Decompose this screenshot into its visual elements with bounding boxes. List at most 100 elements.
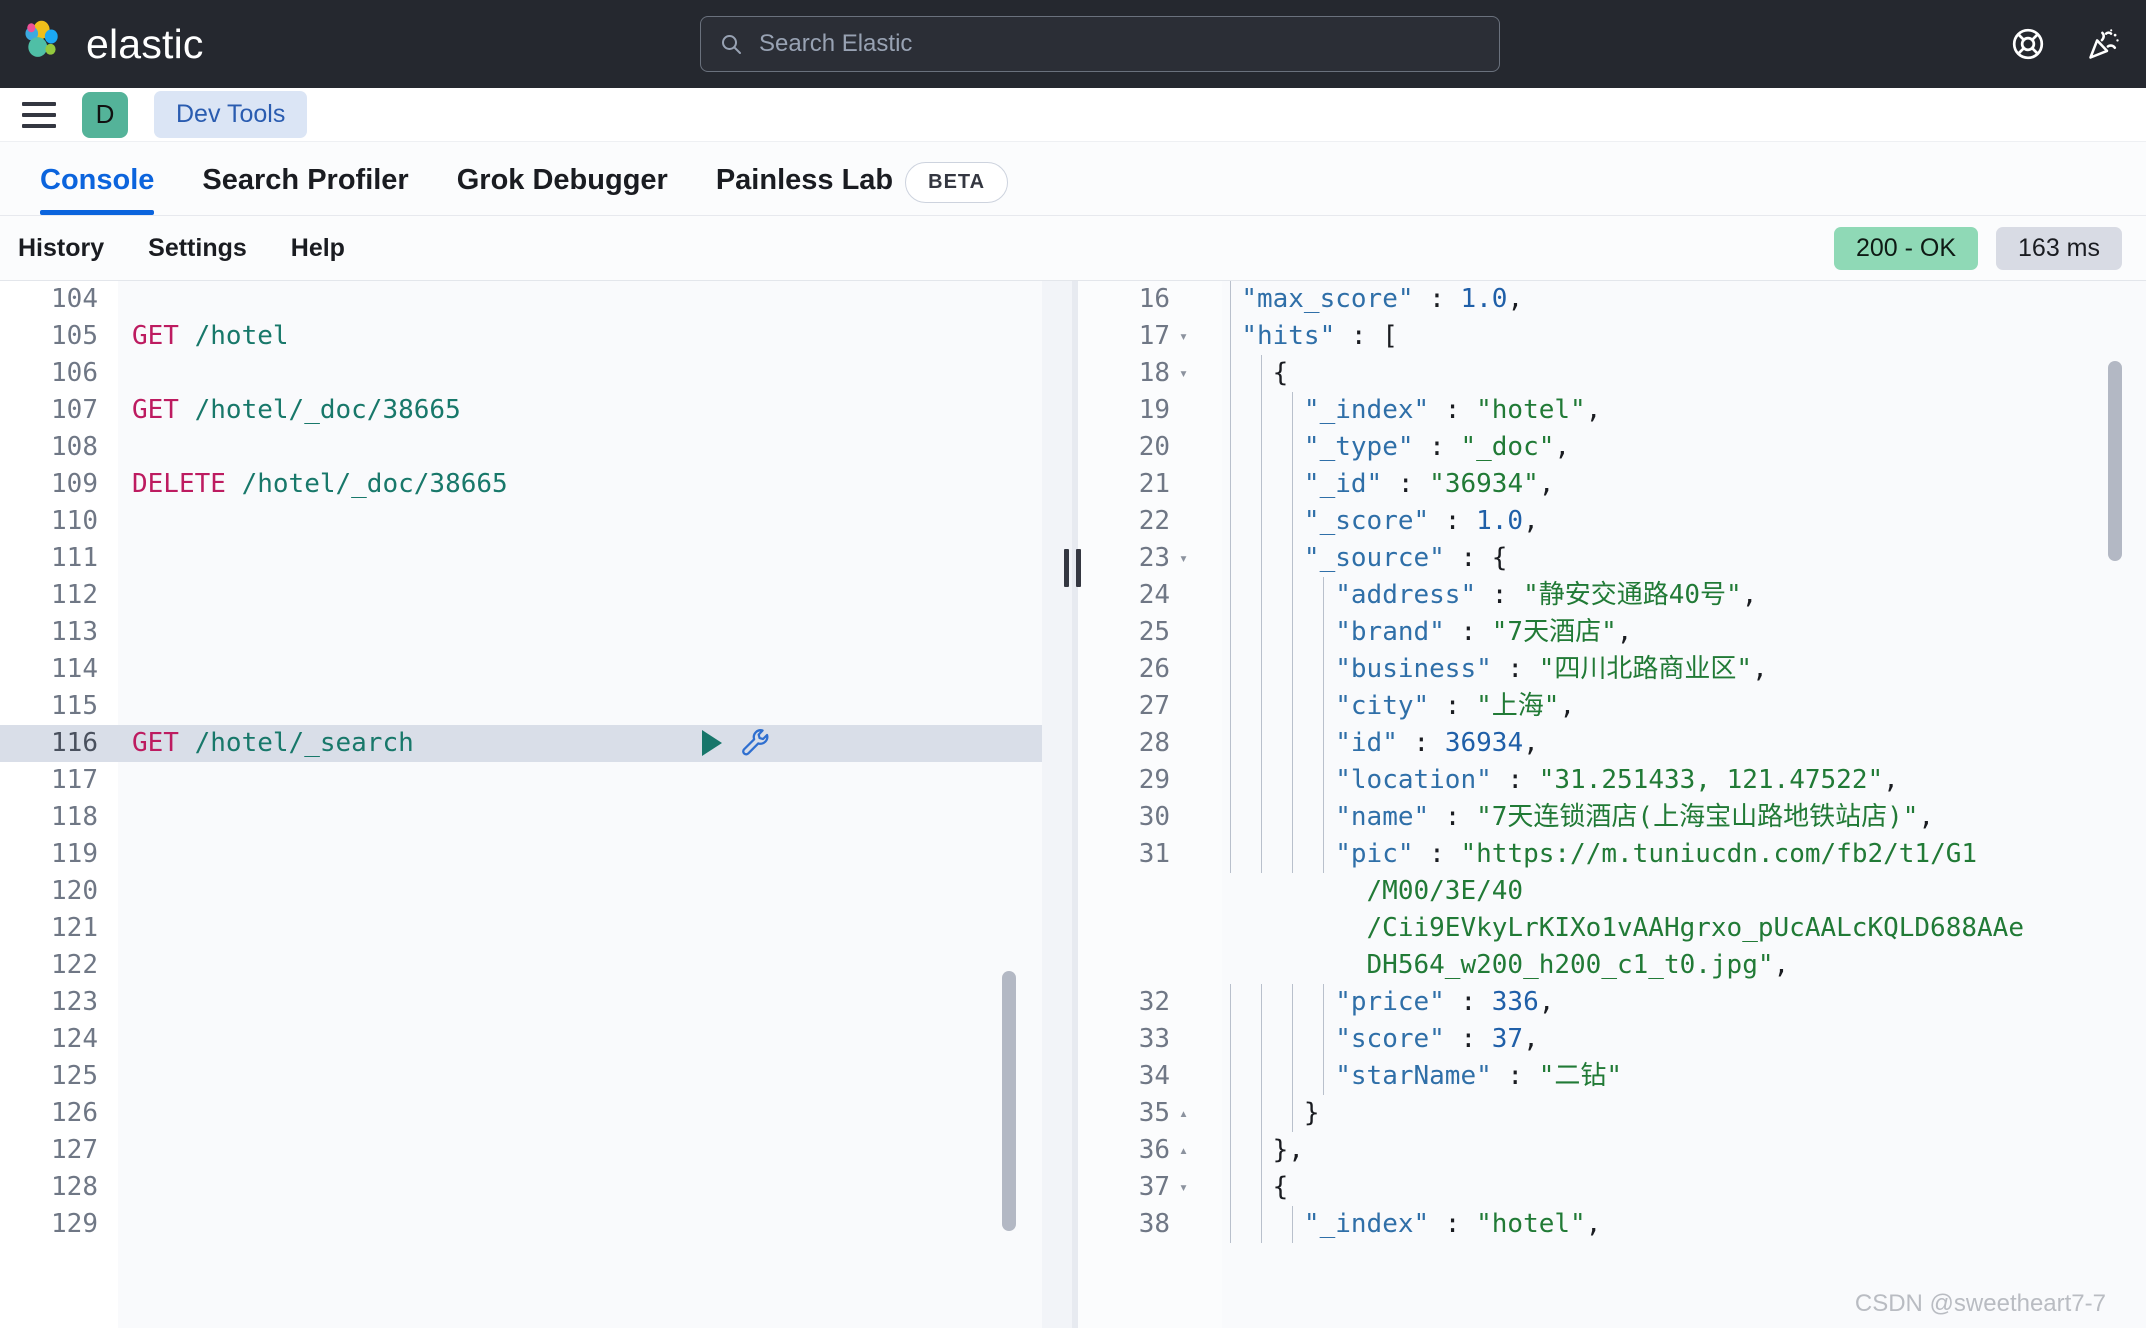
editor-line[interactable]: 122 [0, 947, 1072, 984]
response-line: 28 "id" : 36934, [1072, 725, 2146, 762]
wrench-icon[interactable] [740, 727, 772, 759]
editor-line[interactable]: 118 [0, 799, 1072, 836]
editor-line[interactable]: 114 [0, 651, 1072, 688]
editor-line[interactable]: 111 [0, 540, 1072, 577]
editor-line[interactable]: 123 [0, 984, 1072, 1021]
fold-toggle-icon[interactable]: ▾ [1176, 355, 1202, 392]
editor-line[interactable]: 112 [0, 577, 1072, 614]
editor-line[interactable]: 120 [0, 873, 1072, 910]
response-line-text: "score" : 37, [1202, 1021, 2146, 1058]
editor-line-number: 104 [51, 284, 98, 314]
tab-painless-lab[interactable]: Painless Lab [692, 164, 917, 215]
response-line: 18 ▾ { [1072, 355, 2146, 392]
code-token: "hotel" [1476, 1209, 1586, 1239]
code-token: , [1538, 469, 1555, 499]
code-token: "_id" [1303, 469, 1383, 499]
editor-line[interactable]: 109 DELETE /hotel/_doc/38665 [0, 466, 1072, 503]
response-line-text: "location" : "31.251433, 121.47522", [1202, 762, 2146, 799]
splitter-drag-handle[interactable] [1056, 546, 1088, 590]
code-token: "city" [1335, 691, 1430, 721]
search-placeholder: Search Elastic [759, 30, 913, 57]
tab-console[interactable]: Console [16, 164, 178, 215]
response-line-number: 25 [1138, 617, 1170, 647]
editor-line[interactable]: 121 [0, 910, 1072, 947]
code-token: }, [1210, 1135, 1304, 1165]
request-action-icons [702, 727, 772, 759]
code-token: : [1491, 654, 1539, 684]
editor-line[interactable]: 126 [0, 1095, 1072, 1132]
editor-line[interactable]: 113 [0, 614, 1072, 651]
fold-toggle-icon[interactable]: ▾ [1176, 318, 1202, 355]
code-token: , [1523, 1024, 1539, 1054]
brand-label: elastic [86, 20, 204, 67]
response-pane[interactable]: 16 "max_score" : 1.0, 17 ▾ "hits" : [18 ▾ {… [1072, 281, 2146, 1328]
editor-line[interactable]: 105 GET /hotel [0, 318, 1072, 355]
editor-line[interactable]: 125 [0, 1058, 1072, 1095]
fold-toggle-icon[interactable]: ▾ [1176, 1169, 1202, 1206]
editor-line-number: 129 [51, 1209, 98, 1239]
editor-line[interactable]: 104 [0, 281, 1072, 318]
response-line: 37 ▾ { [1072, 1169, 2146, 1206]
editor-line[interactable]: 115 [0, 688, 1072, 725]
fold-toggle-icon[interactable]: ▾ [1176, 540, 1202, 577]
announcements-party-icon[interactable] [2086, 26, 2122, 62]
hamburger-menu-icon[interactable] [22, 101, 56, 128]
editor-line[interactable]: 110 [0, 503, 1072, 540]
history-button[interactable]: History [18, 234, 104, 263]
code-token: : [1429, 691, 1477, 721]
editor-line[interactable]: 127 [0, 1132, 1072, 1169]
editor-line[interactable]: 106 [0, 355, 1072, 392]
fold-toggle-icon[interactable]: ▴ [1176, 1132, 1202, 1169]
response-line: 33 "score" : 37, [1072, 1021, 2146, 1058]
code-token: , [1523, 728, 1539, 758]
help-lifebuoy-icon[interactable] [2010, 26, 2046, 62]
code-token: /hotel/_doc/38665 [194, 395, 461, 425]
response-content[interactable]: 16 "max_score" : 1.0, 17 ▾ "hits" : [18 ▾ {… [1072, 281, 2146, 1328]
response-line: 21 "_id" : "36934", [1072, 466, 2146, 503]
code-token: : [1397, 728, 1445, 758]
editor-line-text: DELETE /hotel/_doc/38665 [118, 466, 1072, 503]
response-line-number: 31 [1138, 839, 1170, 869]
editor-line[interactable]: 119 [0, 836, 1072, 873]
global-search-input[interactable]: Search Elastic [700, 16, 1500, 72]
code-token: "31.251433, 121.47522" [1538, 765, 1884, 795]
help-button[interactable]: Help [291, 234, 345, 263]
editor-content[interactable]: 104 105 GET /hotel 106 107 GET /hotel/_doc/38… [0, 281, 1072, 1328]
editor-line-text: GET /hotel [118, 318, 1072, 355]
elastic-logo[interactable]: elastic [22, 20, 204, 68]
code-token: "brand" [1335, 617, 1445, 647]
breadcrumb-item-dev-tools[interactable]: Dev Tools [154, 91, 308, 138]
tab-grok-debugger[interactable]: Grok Debugger [433, 164, 692, 215]
code-token: , [1507, 284, 1524, 314]
code-token: , [1741, 580, 1758, 610]
code-token: /hotel/_doc/38665 [241, 469, 508, 499]
response-vertical-scrollbar[interactable] [2108, 361, 2122, 561]
editor-line[interactable]: 117 [0, 762, 1072, 799]
response-line-text: "business" : "四川北路商业区", [1202, 651, 2146, 688]
settings-button[interactable]: Settings [148, 234, 247, 263]
editor-vertical-scrollbar[interactable] [1002, 971, 1016, 1231]
elastic-cluster-icon [25, 20, 58, 57]
space-avatar[interactable]: D [82, 91, 128, 138]
response-line-text: { [1202, 1169, 2146, 1206]
code-token: "score" [1335, 1024, 1445, 1054]
fold-toggle-icon[interactable]: ▴ [1176, 1095, 1202, 1132]
code-token: /hotel [194, 321, 289, 351]
editor-line[interactable]: 129 [0, 1206, 1072, 1243]
response-line-text: { [1202, 355, 2146, 392]
editor-line[interactable]: 128 [0, 1169, 1072, 1206]
response-line: 25 "brand" : "7天酒店", [1072, 614, 2146, 651]
tab-search-profiler[interactable]: Search Profiler [178, 164, 432, 215]
response-line: 26 "business" : "四川北路商业区", [1072, 651, 2146, 688]
editor-line-active[interactable]: 116 GET /hotel/_search [0, 725, 1072, 762]
editor-line[interactable]: 124 [0, 1021, 1072, 1058]
request-editor-pane[interactable]: 104 105 GET /hotel 106 107 GET /hotel/_doc/38… [0, 281, 1072, 1328]
editor-line[interactable]: 107 GET /hotel/_doc/38665 [0, 392, 1072, 429]
editor-line[interactable]: 108 [0, 429, 1072, 466]
editor-line-number: 106 [51, 358, 98, 388]
code-token: 37 [1491, 1024, 1524, 1054]
play-triangle-icon[interactable] [702, 730, 722, 756]
